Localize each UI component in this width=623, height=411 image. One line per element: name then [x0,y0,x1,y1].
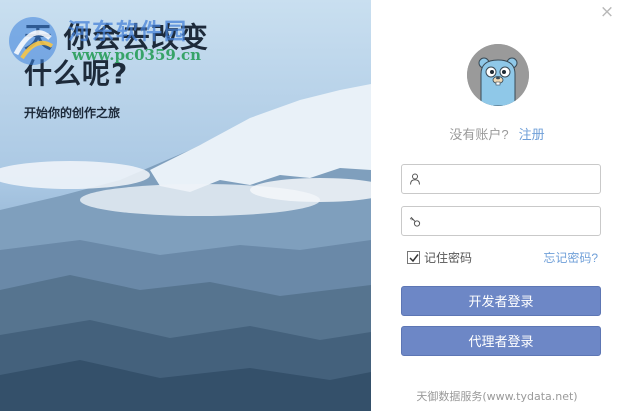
close-button[interactable]: × [597,2,617,22]
password-input[interactable] [426,209,596,233]
password-field[interactable] [401,206,601,236]
gopher-avatar-icon [467,44,529,106]
username-field[interactable] [401,164,601,194]
hero-subtitle: 开始你的创作之旅 [24,106,121,120]
avatar [467,44,529,106]
footer-text: 天御数据服务(www.tydata.net) [416,390,578,403]
watermark-text: 河东软件园 [68,20,189,45]
developer-login-button[interactable]: 开发者登录 [401,286,601,316]
key-icon [409,216,421,227]
hero-panel: 天 你会去改变 什么呢? 开始你的创作之旅 河东软件园 www.pc0359.c… [0,0,371,411]
agent-login-button[interactable]: 代理者登录 [401,326,601,356]
remember-label: 记住密码 [424,251,473,265]
signup-row: 没有账户? 注册 [371,124,623,143]
no-account-text: 没有账户? [449,127,509,142]
user-icon [410,173,420,185]
watermark-logo-icon [9,17,57,65]
watermark-url: www.pc0359.cn [72,46,202,64]
login-panel: × 没有账户? 注册 记住密码 忘记密码? 开发者登录 代理者登录 天御数据服务… [371,0,623,411]
watermark: 河东软件园 www.pc0359.cn [6,10,226,72]
username-input[interactable] [426,167,596,191]
forgot-password-link[interactable]: 忘记密码? [543,250,598,266]
remember-checkbox[interactable] [407,251,420,264]
register-link[interactable]: 注册 [519,127,545,142]
checkmark-icon [409,254,419,263]
